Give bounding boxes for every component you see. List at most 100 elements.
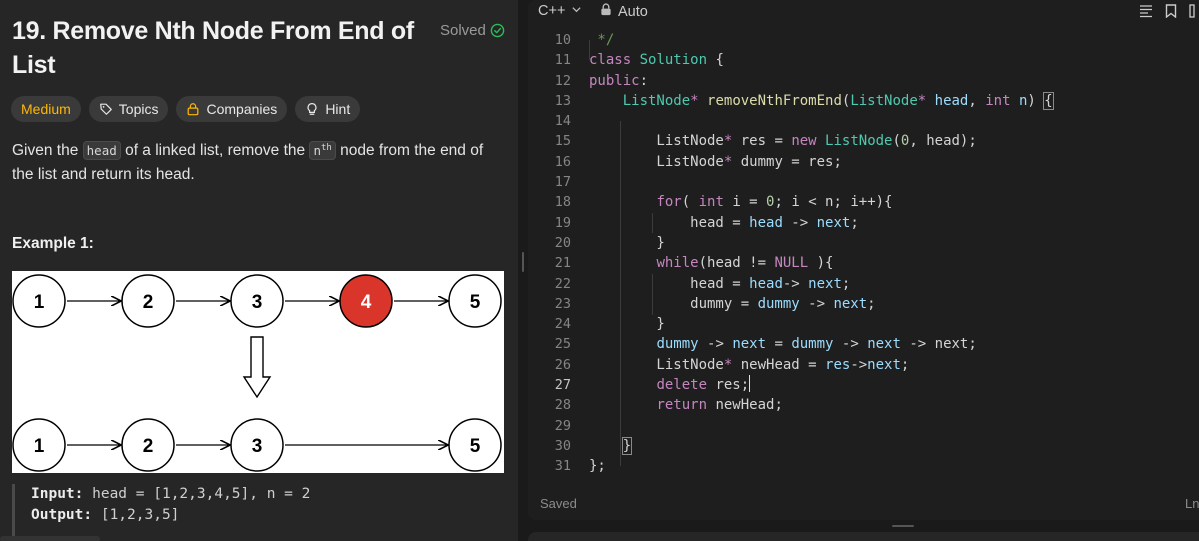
- code-line: 18 for( int i = 0; i < n; i++){: [528, 192, 1199, 212]
- check-circle-icon: [490, 23, 505, 38]
- problem-title: 19. Remove Nth Node From End of List: [12, 17, 414, 79]
- hint-label: Hint: [325, 101, 351, 117]
- line-number: 15: [554, 133, 571, 150]
- code-line: 24 }: [528, 314, 1199, 334]
- tag-icon: [99, 102, 113, 116]
- line-number: 17: [554, 174, 571, 191]
- difficulty-badge[interactable]: Medium: [11, 96, 81, 122]
- line-number: 31: [554, 458, 571, 475]
- solved-label: Solved: [440, 22, 486, 39]
- code-line: 23 dummy = dummy -> next;: [528, 294, 1199, 314]
- node-label: 5: [470, 292, 481, 313]
- line-number: 25: [554, 336, 571, 353]
- companies-button[interactable]: Companies: [176, 96, 288, 122]
- mode-label: Auto: [618, 3, 648, 20]
- code-line: 26 ListNode* newHead = res->next;: [528, 355, 1199, 375]
- code-line: 12 public:: [528, 71, 1199, 91]
- bottom-node: 1: [12, 418, 66, 472]
- code-editor-panel: C++ Auto 10 */ 11 class Solution { 12 publ…: [528, 0, 1199, 520]
- bottom-node: 5: [448, 418, 502, 472]
- top-node: 2: [121, 274, 175, 328]
- code-n: n: [313, 143, 321, 159]
- bottom-node: 3: [230, 418, 284, 472]
- node-label: 4: [361, 292, 372, 313]
- node-label: 2: [143, 292, 154, 313]
- desc-text: of a linked list, remove the: [120, 142, 310, 160]
- console-resize-handle[interactable]: [892, 525, 914, 527]
- line-number: 10: [554, 32, 571, 48]
- lightbulb-icon: [305, 102, 319, 116]
- code-nth: nth: [309, 141, 336, 161]
- node-label: 5: [470, 436, 481, 457]
- language-select[interactable]: C++: [538, 3, 582, 19]
- scroll-remnant: [0, 536, 100, 541]
- code-superscript: th: [320, 143, 332, 153]
- line-number: 20: [554, 234, 571, 251]
- code-line: 31};: [528, 456, 1199, 476]
- bottom-node: 2: [121, 418, 175, 472]
- line-number: 30: [554, 437, 571, 454]
- code-line: 21 while(head != NULL ){: [528, 253, 1199, 273]
- node-label: 1: [34, 292, 45, 313]
- line-number: 23: [554, 295, 571, 312]
- topics-button[interactable]: Topics: [88, 96, 169, 122]
- text-caret: [749, 375, 751, 393]
- lock-icon: [600, 3, 612, 20]
- example-input: Input: head = [1,2,3,4,5], n = 2: [31, 484, 506, 505]
- node-label: 3: [252, 292, 263, 313]
- hint-button[interactable]: Hint: [295, 96, 361, 122]
- example-output: Output: [1,2,3,5]: [31, 505, 506, 526]
- language-label: C++: [538, 3, 566, 19]
- top-node: 5: [448, 274, 502, 328]
- line-number: 28: [554, 397, 571, 414]
- code-line-current: 27 delete res;: [528, 375, 1199, 395]
- editor-actions: [1139, 4, 1195, 22]
- code-line: 20 }: [528, 233, 1199, 253]
- problem-description: Given the head of a linked list, remove …: [12, 136, 504, 187]
- code-line: 28 return newHead;: [528, 395, 1199, 415]
- code-line: 25 dummy -> next = dummy -> next -> next…: [528, 334, 1199, 354]
- node-label: 1: [34, 436, 45, 457]
- splitter-grip[interactable]: [522, 252, 524, 272]
- line-number: 16: [554, 153, 571, 170]
- editor-toolbar: C++ Auto: [528, 0, 1199, 24]
- highlighted-node: 4: [339, 274, 393, 328]
- code-line: 17: [528, 172, 1199, 192]
- line-number: 19: [554, 214, 571, 231]
- example-title: Example 1:: [12, 235, 94, 252]
- line-number: 22: [554, 275, 571, 292]
- bookmark-icon[interactable]: [1165, 4, 1177, 22]
- line-number: 29: [554, 417, 571, 434]
- save-status: Saved: [540, 496, 577, 511]
- code-line: 30 }: [528, 436, 1199, 456]
- code-line: 13 ListNode* removeNthFromEnd(ListNode* …: [528, 91, 1199, 111]
- code-line: 29: [528, 416, 1199, 436]
- line-number: 18: [554, 194, 571, 211]
- linked-list-diagram: 1 2 3 4 5 1 2 3 5: [12, 271, 504, 473]
- line-number: 11: [554, 52, 571, 69]
- chevron-down-icon: [571, 3, 582, 19]
- format-lines-icon[interactable]: [1139, 4, 1153, 22]
- problem-tags: Medium Topics Companies Hint: [11, 96, 361, 122]
- problem-panel: 19. Remove Nth Node From End of List Sol…: [0, 0, 518, 541]
- top-node: 1: [12, 274, 66, 328]
- line-number: 14: [554, 113, 571, 130]
- line-number: 27: [554, 377, 571, 394]
- output-value: [1,2,3,5]: [92, 507, 180, 523]
- code-area[interactable]: 10 */ 11 class Solution { 12 public: 13 Li…: [528, 30, 1199, 477]
- mode-indicator[interactable]: Auto: [600, 3, 648, 20]
- topics-label: Topics: [118, 101, 159, 117]
- console-panel-edge: [528, 532, 1199, 541]
- code-line: 19 head = head -> next;: [528, 213, 1199, 233]
- code-line: 14: [528, 111, 1199, 131]
- more-icon[interactable]: [1189, 4, 1195, 22]
- down-arrow-icon: [242, 336, 272, 399]
- code-line: 11 class Solution {: [528, 50, 1199, 70]
- code-line: 15 ListNode* res = new ListNode(0, head)…: [528, 131, 1199, 151]
- line-number: 21: [554, 255, 571, 272]
- node-label: 2: [143, 436, 154, 457]
- line-number: 12: [554, 72, 571, 89]
- top-node: 3: [230, 274, 284, 328]
- solved-status: Solved: [440, 22, 505, 39]
- panel-splitter[interactable]: [518, 0, 528, 541]
